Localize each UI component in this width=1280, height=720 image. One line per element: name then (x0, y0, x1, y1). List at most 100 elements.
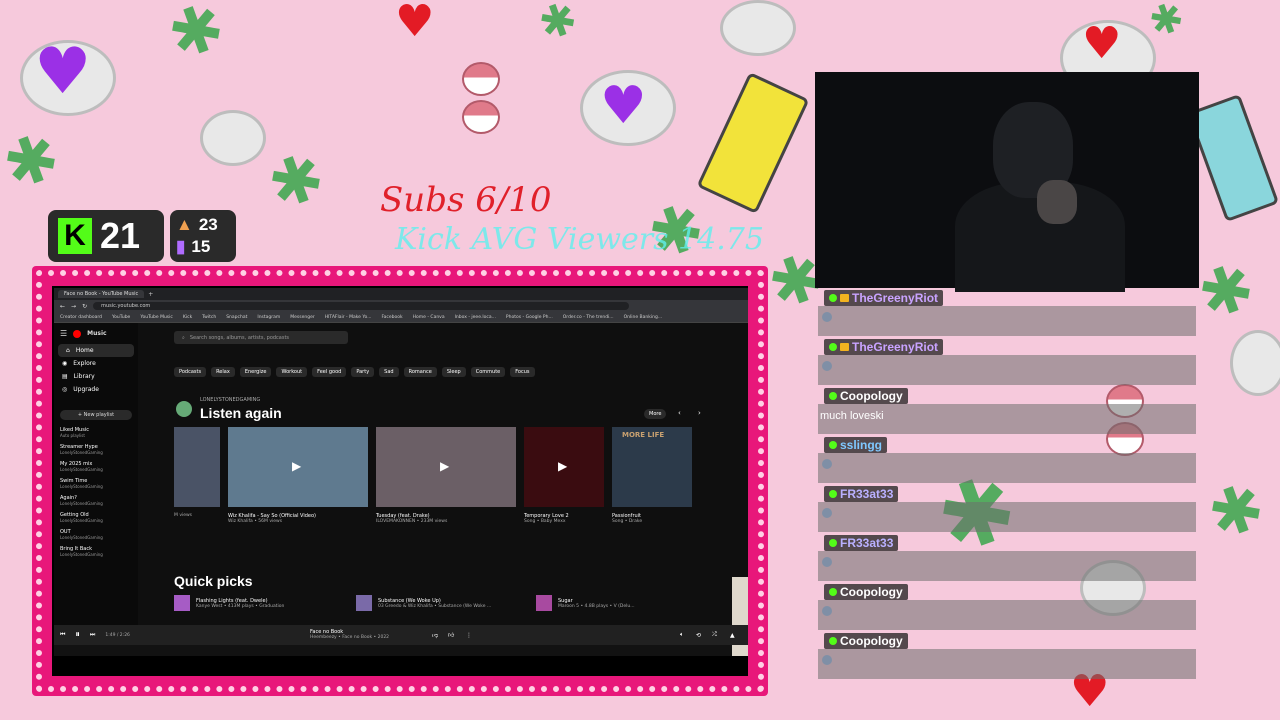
playlist-item[interactable]: Swim Time LonelyStonedGaming (54, 475, 138, 492)
url-field[interactable]: music.youtube.com (93, 302, 630, 310)
bookmark-item[interactable]: Instagram (257, 315, 280, 320)
track-subtitle: Maroon 5 • 4.8B plays • V (Delu... (558, 603, 635, 609)
kick-badge-icon (829, 490, 837, 498)
chat-username[interactable]: TheGreenyRiot (824, 339, 944, 355)
new-tab-icon[interactable]: + (148, 291, 153, 298)
red-heart-icon: ♥ (395, 0, 435, 47)
sidebar-item-upgrade[interactable]: ◎ Upgrade (54, 383, 138, 396)
card[interactable]: MORE LIFE Passionfruit Song • Drake (612, 427, 692, 524)
emote-icon (822, 361, 832, 371)
shuffle-icon[interactable]: ⤮ (712, 631, 717, 639)
bookmark-item[interactable]: HITAFlair - Make Yo... (325, 315, 372, 320)
mood-chips: Podcasts Relax Energize Workout Feel good Par… (174, 367, 535, 377)
mood-chip[interactable]: Sad (379, 367, 399, 377)
chat-username[interactable]: sslingg (824, 437, 888, 453)
mood-chip[interactable]: Podcasts (174, 367, 207, 377)
crown-icon (840, 294, 849, 302)
leaf-icon: ✱ (1198, 468, 1275, 556)
bookmark-item[interactable]: Creator dashboard (60, 315, 102, 320)
chat-username[interactable]: Coopology (824, 388, 908, 404)
bookmark-item[interactable]: Messenger (290, 315, 314, 320)
next-track-icon[interactable]: ⏭ (90, 631, 95, 639)
list-item[interactable]: Sugar Maroon 5 • 4.8B plays • V (Delu... (536, 595, 635, 611)
thumbs-up-icon[interactable]: 👍︎ (448, 631, 454, 639)
next-icon[interactable]: › (698, 409, 701, 417)
emote-icon (822, 655, 832, 665)
volume-icon[interactable]: 🔈︎ (680, 631, 684, 639)
list-item[interactable]: Flashing Lights (feat. Dwele) Kanye West … (174, 595, 284, 611)
mood-chip[interactable]: Relax (211, 367, 235, 377)
playlist-item[interactable]: Bring It Back LonelyStonedGaming (54, 543, 138, 560)
ytm-logo-icon[interactable] (73, 329, 82, 338)
forward-icon[interactable]: → (71, 303, 76, 310)
playlist-item[interactable]: OUT LonelyStonedGaming (54, 526, 138, 543)
card-thumbnail: ▶ (376, 427, 516, 507)
chat-username-text: Coopology (840, 634, 903, 648)
bookmark-item[interactable]: Kick (183, 315, 192, 320)
chat-message-bg (818, 355, 1196, 385)
card-thumbnail: MORE LIFE (612, 427, 692, 507)
kick-badge-icon (829, 441, 837, 449)
new-playlist-button[interactable]: + New playlist (60, 410, 132, 420)
bookmark-item[interactable]: Order.co - The trendi... (563, 315, 614, 320)
chat-username[interactable]: FR33at33 (824, 535, 899, 551)
playlist-item[interactable]: Streamer Hype LonelyStonedGaming (54, 441, 138, 458)
bookmark-item[interactable]: Home - Canva (413, 315, 445, 320)
bookmark-item[interactable]: Snapchat (226, 315, 247, 320)
chat-username[interactable]: TheGreenyRiot (824, 290, 944, 306)
pause-icon[interactable]: ⏸ (75, 630, 80, 640)
card-thumbnail: ▶ (228, 427, 368, 507)
chat-message-bg (818, 306, 1196, 336)
card[interactable]: ▶ Tuesday (feat. Drake) ILOVEMAKONNEN • … (376, 427, 516, 524)
more-button[interactable]: More (644, 409, 667, 419)
bookmark-item[interactable]: Twitch (202, 315, 216, 320)
mood-chip[interactable]: Feel good (312, 367, 347, 377)
bookmark-item[interactable]: Photos - Google Ph... (506, 315, 553, 320)
back-icon[interactable]: ← (60, 303, 65, 310)
mood-chip[interactable]: Party (351, 367, 375, 377)
sidebar-item-explore[interactable]: ◉ Explore (54, 357, 138, 370)
list-item[interactable]: Substance (We Woke Up) 03 Greedo & Wiz Kh… (356, 595, 491, 611)
bookmark-item[interactable]: YouTube (112, 315, 130, 320)
section-owner: LONELYSTONEDGAMING (200, 397, 261, 403)
card-subtitle: Song • Baby Mexx (524, 519, 566, 524)
bookmark-item[interactable]: Online Banking... (624, 315, 663, 320)
mood-chip[interactable]: Workout (276, 367, 308, 377)
mood-chip[interactable]: Commute (470, 367, 506, 377)
playlist-item[interactable]: Liked Music Auto playlist (54, 424, 138, 441)
mood-chip[interactable]: Romance (403, 367, 437, 377)
chat-username[interactable]: FR33at33 (824, 486, 899, 502)
bookmark-item[interactable]: YouTube Music (140, 315, 173, 320)
bookmark-item[interactable]: Facebook (382, 315, 403, 320)
search-icon: ⌕ (182, 334, 185, 341)
sidebar-item-home[interactable]: ⌂ Home (58, 344, 134, 357)
search-input[interactable]: ⌕ Search songs, albums, artists, podcast… (174, 331, 348, 344)
menu-icon[interactable]: ☰ (60, 329, 67, 338)
repeat-icon[interactable]: ⟲ (696, 632, 701, 639)
card[interactable]: ▶ Wiz Khalifa - Say So (Official Video) … (228, 427, 368, 524)
card[interactable]: M views (174, 427, 220, 524)
sidebar-item-library[interactable]: ▤ Library (54, 370, 138, 383)
mood-chip[interactable]: Energize (239, 367, 272, 377)
playlist-item[interactable]: Getting Old LonelyStonedGaming (54, 509, 138, 526)
browser-tab[interactable]: Face no Book - YouTube Music (58, 290, 145, 298)
home-icon: ⌂ (66, 347, 70, 354)
previous-track-icon[interactable]: ⏮ (60, 631, 65, 639)
bookmark-item[interactable]: Inbox - jeee.loca... (455, 315, 496, 320)
expand-icon[interactable]: ▲ (730, 632, 735, 639)
chat-username[interactable]: Coopology (824, 633, 908, 649)
thumbs-down-icon[interactable]: 👎︎ (432, 631, 438, 639)
playlist-item[interactable]: My 2025 mix LonelyStonedGaming (54, 458, 138, 475)
subs-goal-text: Subs 6/10 (380, 180, 552, 220)
kick-count: 21 (100, 215, 141, 256)
more-options-icon[interactable]: ⋮ (466, 632, 472, 639)
playlist-item[interactable]: Again? LonelyStonedGaming (54, 492, 138, 509)
mood-chip[interactable]: Sleep (441, 367, 466, 377)
mood-chip[interactable]: Focus (510, 367, 535, 377)
chat-panel: TheGreenyRiot TheGreenyRiot Coopology much … (818, 290, 1198, 680)
sidebar-item-label: Library (73, 373, 95, 380)
reload-icon[interactable]: ↻ (82, 303, 87, 310)
prev-icon[interactable]: ‹ (678, 409, 681, 417)
chat-username[interactable]: Coopology (824, 584, 908, 600)
card[interactable]: ▶ Temporary Love 2 Song • Baby Mexx (524, 427, 604, 524)
